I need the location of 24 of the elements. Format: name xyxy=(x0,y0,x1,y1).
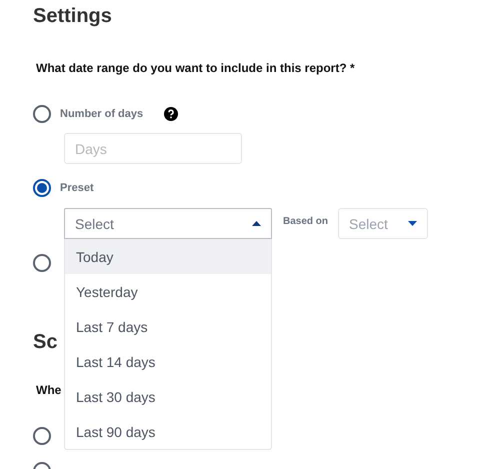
menu-option[interactable]: Last 14 days xyxy=(65,344,271,379)
question-text: What date range do you want to include in this report? * xyxy=(36,61,355,75)
question-text: Whe xyxy=(36,383,62,397)
caret-up-icon xyxy=(252,221,261,226)
select-dropdown[interactable]: Select xyxy=(64,208,272,239)
section-heading: Settings xyxy=(33,4,112,28)
menu-option[interactable]: Last 30 days xyxy=(65,379,271,414)
radio-button[interactable] xyxy=(33,254,51,272)
select-placeholder: Select xyxy=(349,216,388,232)
menu-option[interactable]: Today xyxy=(65,239,271,274)
menu-option[interactable]: Yesterday xyxy=(65,274,271,309)
select-placeholder: Select xyxy=(75,216,114,232)
radio-label: Number of days xyxy=(60,108,144,120)
caret-down-icon xyxy=(408,221,418,226)
radio-button[interactable] xyxy=(33,179,51,197)
field-label: Based on xyxy=(283,216,328,227)
days-field[interactable]: Days xyxy=(64,133,242,164)
help-icon[interactable] xyxy=(164,107,178,121)
radio-button[interactable] xyxy=(33,427,51,445)
radio-button[interactable] xyxy=(33,105,51,123)
menu-option[interactable]: Last 90 days xyxy=(65,414,271,449)
section-heading: Sc xyxy=(33,330,58,354)
radio-label: Preset xyxy=(60,182,94,194)
menu-option[interactable]: Last 7 days xyxy=(65,309,271,344)
